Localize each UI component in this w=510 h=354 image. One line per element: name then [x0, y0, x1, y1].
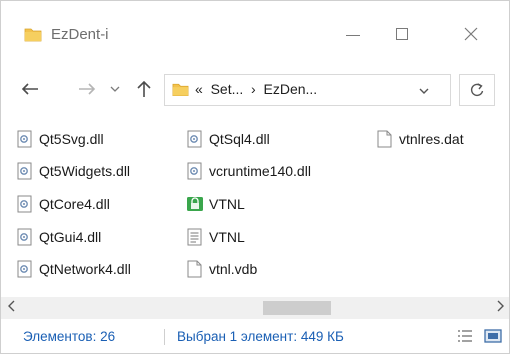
arrow-right-icon — [79, 83, 96, 95]
address-dropdown-button[interactable] — [418, 80, 430, 99]
folder-icon — [172, 83, 189, 97]
window-title: EzDent-i — [51, 26, 109, 43]
file-name: Qt5Svg.dll — [39, 131, 104, 147]
scrollbar-thumb[interactable] — [263, 301, 331, 315]
file-name: Qt5Widgets.dll — [39, 163, 131, 179]
breadcrumb-item-settings[interactable]: Set... — [211, 81, 244, 97]
navigation-bar: « Set... › EzDen... — [1, 67, 509, 113]
file-name: vtnlres.dat — [399, 131, 464, 147]
explorer-window: EzDent-i « Set... › EzDen... Qt5Svg.dll … — [0, 0, 510, 354]
chevron-left-icon — [8, 300, 15, 312]
folder-icon — [24, 28, 42, 42]
chevron-down-icon — [419, 88, 429, 94]
arrow-left-icon — [21, 83, 38, 95]
file-name: VTNL — [209, 229, 245, 245]
dll-icon — [17, 195, 32, 213]
minimize-icon — [346, 35, 360, 36]
file-name: QtCore4.dll — [39, 196, 110, 212]
breadcrumb-separator[interactable]: › — [251, 81, 256, 97]
file-name: QtNetwork4.dll — [39, 261, 131, 277]
item-count: Элементов: 26 — [23, 329, 116, 344]
blank-file-icon — [377, 130, 392, 148]
maximize-button[interactable] — [383, 19, 423, 49]
dll-icon — [187, 130, 202, 148]
back-button[interactable] — [17, 75, 43, 103]
file-name: vtnl.vdb — [209, 261, 258, 277]
address-bar[interactable]: « Set... › EzDen... — [164, 74, 451, 106]
breadcrumb-item-ezdent[interactable]: EzDen... — [264, 81, 318, 97]
text-file-icon — [187, 228, 202, 246]
breadcrumb-overflow[interactable]: « — [195, 81, 203, 97]
title-bar: EzDent-i — [1, 1, 509, 67]
file-name: QtSql4.dll — [209, 131, 270, 147]
file-name: QtGui4.dll — [39, 229, 102, 245]
file-name: VTNL — [209, 196, 245, 212]
refresh-icon — [470, 83, 484, 97]
refresh-button[interactable] — [459, 74, 495, 106]
breadcrumb: « Set... › EzDen... — [195, 81, 317, 97]
close-icon — [464, 27, 478, 41]
dll-icon — [17, 228, 32, 246]
up-button[interactable] — [132, 75, 156, 103]
chevron-down-icon — [110, 86, 120, 92]
recent-locations-button[interactable] — [105, 75, 125, 103]
scroll-left-button[interactable] — [7, 299, 17, 316]
chevron-right-icon — [497, 300, 504, 312]
dll-icon — [17, 162, 32, 180]
forward-button[interactable] — [74, 75, 100, 103]
scroll-right-button[interactable] — [495, 299, 505, 316]
file-name: vcruntime140.dll — [209, 163, 311, 179]
close-button[interactable] — [451, 19, 491, 49]
file-list: Qt5Svg.dll Qt5Widgets.dll QtCore4.dll Qt… — [1, 113, 509, 330]
status-bar: Элементов: 26 Выбран 1 элемент: 449 КБ — [1, 319, 509, 353]
horizontal-scrollbar[interactable] — [1, 297, 509, 319]
vtnl-app-icon — [187, 197, 203, 211]
large-icons-view-icon[interactable] — [484, 327, 502, 345]
minimize-button[interactable] — [333, 19, 373, 49]
status-divider — [164, 329, 165, 345]
dll-icon — [17, 130, 32, 148]
selection-info: Выбран 1 элемент: 449 КБ — [177, 329, 344, 344]
arrow-up-icon — [137, 80, 151, 97]
details-view-icon[interactable] — [456, 327, 474, 345]
dll-icon — [17, 260, 32, 278]
dll-icon — [187, 162, 202, 180]
blank-file-icon — [187, 260, 202, 278]
maximize-icon — [396, 28, 408, 40]
